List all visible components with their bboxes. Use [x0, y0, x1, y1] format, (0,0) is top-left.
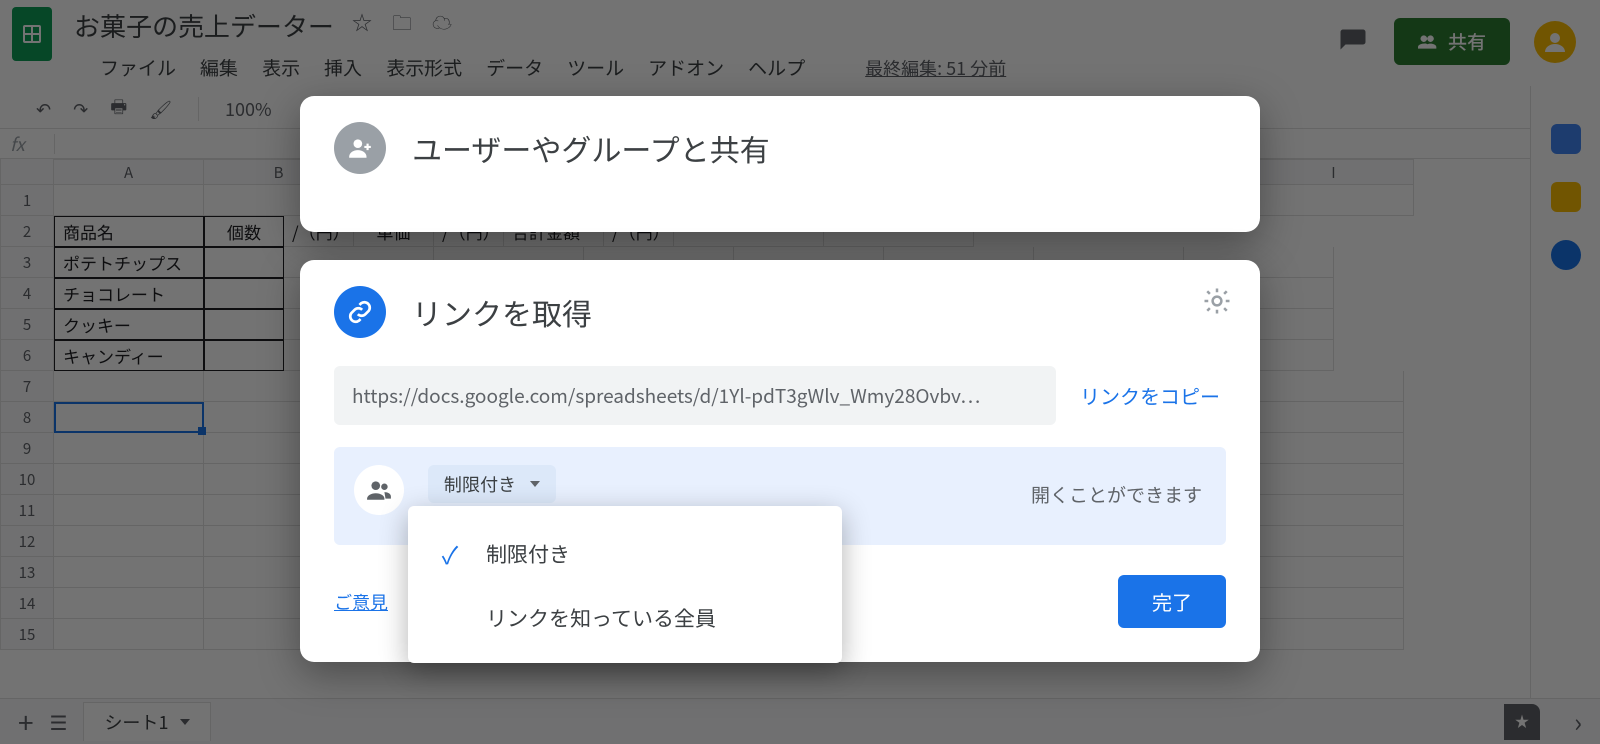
share-link-field[interactable]: https://docs.google.com/spreadsheets/d/1…: [334, 366, 1056, 425]
access-option-restricted[interactable]: ✓ 制限付き: [408, 520, 842, 587]
settings-gear-icon[interactable]: [1202, 286, 1232, 321]
link-icon: [334, 286, 386, 338]
option-label: 制限付き: [486, 539, 570, 569]
access-level-label: 制限付き: [444, 471, 516, 497]
chevron-down-icon: [530, 481, 540, 487]
send-feedback-link[interactable]: ご意見: [334, 589, 388, 615]
access-description: 開くことができます: [1031, 481, 1202, 508]
copy-link-button[interactable]: リンクをコピー: [1074, 381, 1226, 410]
done-button[interactable]: 完了: [1118, 575, 1226, 628]
access-level-select[interactable]: 制限付き: [428, 465, 556, 503]
get-link-title: リンクを取得: [412, 290, 592, 334]
option-label: リンクを知っている全員: [486, 603, 716, 633]
check-icon: ✓: [436, 536, 464, 571]
people-icon: [354, 465, 404, 515]
access-level-dropdown: ✓ 制限付き リンクを知っている全員: [408, 506, 842, 663]
person-add-icon: [334, 122, 386, 174]
access-option-anyone-with-link[interactable]: リンクを知っている全員: [408, 587, 842, 649]
share-people-title: ユーザーやグループと共有: [412, 126, 770, 170]
share-people-card: ユーザーやグループと共有: [300, 96, 1260, 232]
